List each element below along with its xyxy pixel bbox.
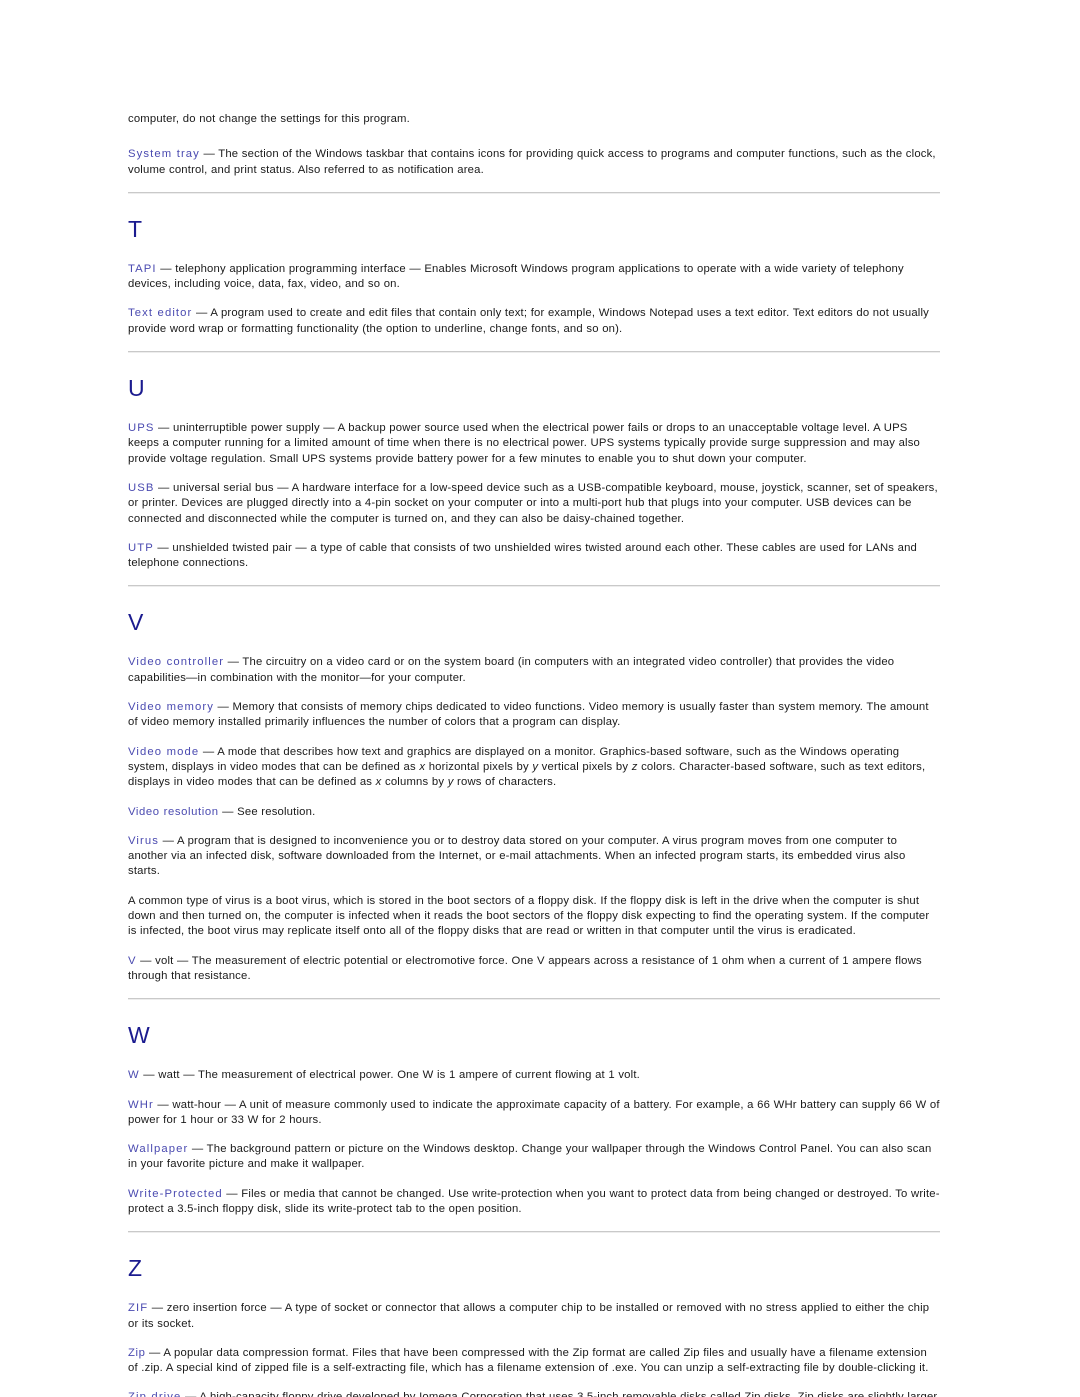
term-dash: — — [145, 1346, 164, 1359]
glossary-term[interactable]: W — [128, 1069, 140, 1081]
glossary-definition: Memory that consists of memory chips ded… — [128, 701, 929, 729]
glossary-term[interactable]: Video memory — [128, 701, 214, 713]
glossary-definition: horizontal pixels by — [425, 760, 533, 773]
glossary-term[interactable]: Video mode — [128, 746, 199, 758]
section-divider — [128, 998, 940, 1001]
glossary-definition: uninterruptible power supply — A backup … — [128, 422, 921, 465]
glossary-definition: A popular data compression format. Files… — [128, 1346, 929, 1375]
glossary-term[interactable]: V — [128, 955, 137, 967]
glossary-definition: watt-hour — A unit of measure commonly u… — [128, 1098, 940, 1126]
term-dash: — — [139, 1069, 159, 1082]
glossary-term[interactable]: Virus — [128, 835, 159, 847]
glossary-entry: Video mode — A mode that describes how t… — [128, 745, 940, 791]
section-divider — [128, 351, 940, 354]
section-divider — [128, 1231, 940, 1234]
term-dash: — — [214, 701, 233, 714]
term-dash: — — [218, 805, 238, 818]
glossary-definition: A high-capacity floppy drive developed b… — [128, 1391, 937, 1397]
term-dash: — — [136, 954, 156, 967]
glossary-definition: volt — The measurement of electric poten… — [128, 954, 922, 982]
glossary-definition: A program used to create and edit files … — [128, 307, 929, 335]
glossary-term[interactable]: Text editor — [128, 307, 192, 319]
section-heading-z: Z — [128, 1255, 143, 1282]
term-dash: — — [153, 1098, 173, 1111]
glossary-entry: Zip drive — A high-capacity floppy drive… — [128, 1390, 940, 1397]
section-heading-t: T — [128, 215, 143, 242]
glossary-entry: UTP — unshielded twisted pair — a type o… — [128, 541, 940, 572]
glossary-term[interactable]: UTP — [128, 542, 154, 554]
glossary-entry: W — watt — The measurement of electrical… — [128, 1068, 940, 1083]
glossary-term[interactable]: System tray — [128, 148, 200, 160]
glossary-term[interactable]: USB — [128, 482, 155, 494]
term-dash: — — [153, 541, 173, 554]
term-dash: — — [159, 834, 177, 847]
glossary-entry: UPS — uninterruptible power supply — A b… — [128, 421, 940, 467]
glossary-definition: A program that is designed to inconvenie… — [128, 834, 906, 878]
glossary-entry: USB — universal serial bus — A hardware … — [128, 481, 940, 527]
term-dash: — — [188, 1143, 207, 1156]
glossary-definition: vertical pixels by — [538, 760, 632, 773]
glossary-entry: Virus — A program that is designed to in… — [128, 834, 940, 880]
term-dash: — — [148, 1302, 167, 1315]
glossary-definition: The section of the Windows taskbar that … — [128, 148, 936, 176]
term-dash: — — [154, 422, 174, 435]
glossary-page: computer, do not change the settings for… — [0, 0, 1080, 1397]
glossary-definition: telephony application programming interf… — [128, 262, 904, 291]
glossary-entry: Video memory — Memory that consists of m… — [128, 700, 940, 731]
glossary-definition: universal serial bus — A hardware interf… — [128, 481, 938, 525]
glossary-entry: System tray — The section of the Windows… — [128, 147, 940, 178]
glossary-entry: Video controller — The circuitry on a vi… — [128, 655, 940, 686]
glossary-term[interactable]: WHr — [128, 1099, 154, 1111]
glossary-entry: WHr — watt-hour — A unit of measure comm… — [128, 1098, 940, 1129]
glossary-term[interactable]: ZIF — [128, 1302, 148, 1314]
glossary-definition: See resolution. — [237, 805, 316, 818]
glossary-entry: Zip — A popular data compression format.… — [128, 1346, 940, 1377]
term-dash: — — [156, 262, 176, 275]
glossary-definition: The circuitry on a video card or on the … — [128, 656, 895, 684]
section-divider — [128, 585, 940, 588]
glossary-term[interactable]: Video resolution — [128, 806, 219, 818]
glossary-definition: unshielded twisted pair — a type of cabl… — [128, 541, 918, 570]
glossary-entry: Text editor — A program used to create a… — [128, 306, 940, 337]
term-dash: — — [199, 745, 218, 758]
glossary-term[interactable]: Write-Protected — [128, 1188, 223, 1200]
term-dash: — — [222, 1187, 242, 1200]
glossary-term[interactable]: Zip drive — [128, 1391, 181, 1397]
glossary-term[interactable]: TAPI — [128, 263, 157, 275]
glossary-definition: rows of characters. — [453, 776, 557, 789]
term-dash: — — [224, 656, 243, 669]
section-heading-w: W — [128, 1022, 151, 1049]
glossary-term[interactable]: Wallpaper — [128, 1143, 188, 1155]
glossary-definition: columns by — [381, 776, 448, 789]
glossary-continuation: A common type of virus is a boot virus, … — [128, 894, 930, 938]
term-dash: — — [199, 148, 219, 161]
glossary-entry: V — volt — The measurement of electric p… — [128, 954, 940, 985]
glossary-definition: zero insertion force — A type of socket … — [128, 1302, 930, 1330]
glossary-term[interactable]: Video controller — [128, 656, 224, 668]
glossary-definition: The background pattern or picture on the… — [128, 1143, 932, 1171]
term-dash: — — [181, 1391, 199, 1397]
section-heading-v: V — [128, 609, 144, 636]
glossary-content: computer, do not change the settings for… — [128, 112, 940, 1397]
glossary-definition: Files or media that cannot be changed. U… — [128, 1187, 940, 1215]
glossary-entry: Write-Protected — Files or media that ca… — [128, 1187, 940, 1218]
section-heading-u: U — [128, 375, 146, 402]
glossary-definition: watt — The measurement of electrical pow… — [158, 1069, 640, 1082]
glossary-term[interactable]: Zip — [128, 1347, 146, 1359]
section-divider — [128, 191, 940, 194]
term-dash: — — [154, 481, 174, 494]
glossary-entry: TAPI — telephony application programming… — [128, 262, 940, 293]
continued-paragraph: computer, do not change the settings for… — [128, 113, 410, 125]
term-dash: — — [192, 307, 211, 320]
glossary-entry: Video resolution — See resolution. — [128, 805, 940, 820]
glossary-entry: ZIF — zero insertion force — A type of s… — [128, 1301, 940, 1332]
glossary-entry: Wallpaper — The background pattern or pi… — [128, 1142, 940, 1173]
glossary-term[interactable]: UPS — [128, 422, 155, 434]
